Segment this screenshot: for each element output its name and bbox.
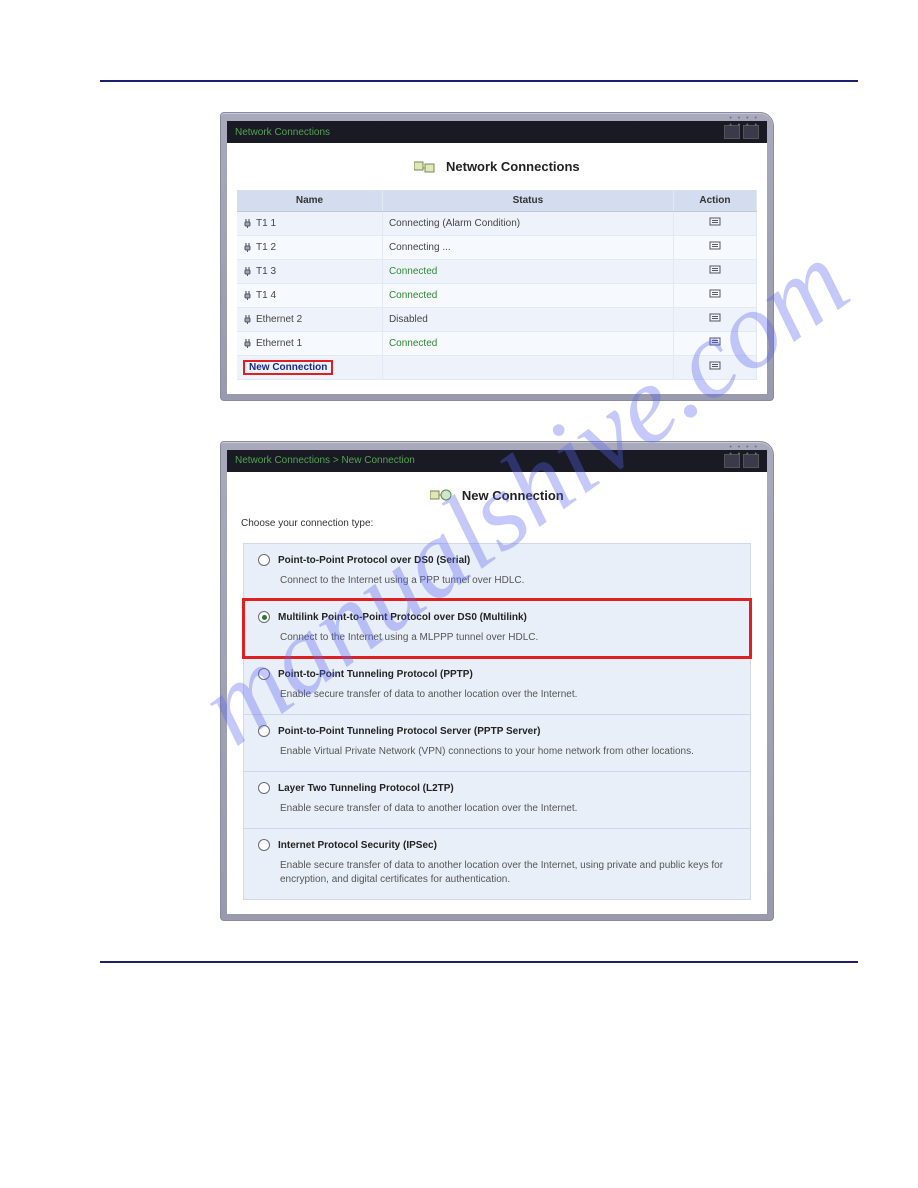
table-row[interactable]: Ethernet 2 Disabled (237, 307, 757, 331)
connection-status: Connected (389, 266, 437, 277)
connection-status: Connecting ... (389, 242, 451, 253)
connection-status: Connected (389, 338, 437, 349)
option-label: Point-to-Point Protocol over DS0 (Serial… (278, 555, 470, 566)
connection-option[interactable]: Point-to-Point Protocol over DS0 (Serial… (244, 544, 750, 600)
action-icon[interactable] (708, 312, 722, 324)
option-label: Internet Protocol Security (IPSec) (278, 840, 437, 851)
titlebar: Network Connections > New Connection (227, 450, 767, 472)
connections-table: Name Status Action T1 1 Connecting (Alarm… (237, 190, 757, 380)
connection-name: T1 2 (256, 242, 276, 253)
action-icon[interactable] (708, 216, 722, 228)
new-connection-row[interactable]: New Connection (237, 355, 757, 379)
panel-body: New Connection Choose your connection ty… (227, 472, 767, 915)
action-icon[interactable] (708, 240, 722, 252)
connection-name: T1 1 (256, 218, 276, 229)
connection-name: T1 3 (256, 266, 276, 277)
new-connection-link[interactable]: New Connection (249, 362, 327, 373)
plug-icon (243, 218, 253, 228)
connection-option[interactable]: Point-to-Point Tunneling Protocol (PPTP)… (244, 657, 750, 714)
plug-icon (243, 338, 253, 348)
connection-option[interactable]: Point-to-Point Tunneling Protocol Server… (244, 714, 750, 771)
action-icon[interactable] (708, 336, 722, 348)
option-description: Connect to the Internet using a MLPPP tu… (280, 631, 736, 645)
panel-title: Network Connections (237, 159, 757, 176)
plug-icon (243, 242, 253, 252)
col-action: Action (673, 190, 756, 212)
radio-button[interactable] (258, 611, 270, 623)
connection-status: Connecting (Alarm Condition) (389, 218, 520, 229)
titlebar: Network Connections (227, 121, 767, 143)
connection-name: Ethernet 1 (256, 338, 302, 349)
option-description: Enable Virtual Private Network (VPN) con… (280, 745, 736, 759)
table-row[interactable]: T1 3 Connected (237, 259, 757, 283)
connection-option[interactable]: Internet Protocol Security (IPSec) Enable… (244, 828, 750, 899)
radio-button[interactable] (258, 668, 270, 680)
breadcrumb: Network Connections (235, 127, 330, 138)
option-description: Connect to the Internet using a PPP tunn… (280, 574, 736, 588)
action-icon[interactable] (708, 288, 722, 300)
radio-button[interactable] (258, 839, 270, 851)
connection-name: Ethernet 2 (256, 314, 302, 325)
table-row[interactable]: T1 1 Connecting (Alarm Condition) (237, 211, 757, 235)
window-grip-dots: • • • •• • • • (729, 115, 759, 129)
network-icon (414, 160, 436, 176)
col-status: Status (382, 190, 673, 212)
plug-icon (243, 314, 253, 324)
table-row[interactable]: T1 4 Connected (237, 283, 757, 307)
connection-icon (430, 488, 452, 504)
panel-body: Network Connections Name Status Action T… (227, 143, 767, 394)
action-icon[interactable] (708, 264, 722, 276)
option-description: Enable secure transfer of data to anothe… (280, 802, 736, 816)
window-grip-dots: • • • •• • • • (729, 444, 759, 458)
panel-title: New Connection (237, 488, 757, 505)
radio-button[interactable] (258, 782, 270, 794)
radio-button[interactable] (258, 725, 270, 737)
table-row[interactable]: T1 2 Connecting ... (237, 235, 757, 259)
connection-status: Connected (389, 290, 437, 301)
top-rule (100, 80, 858, 82)
new-connection-window: • • • •• • • • Network Connections > New… (220, 441, 774, 922)
connection-option[interactable]: Layer Two Tunneling Protocol (L2TP) Enabl… (244, 771, 750, 828)
col-name: Name (237, 190, 382, 212)
action-icon[interactable] (708, 360, 722, 372)
option-label: Multilink Point-to-Point Protocol over D… (278, 612, 527, 623)
connection-options: Point-to-Point Protocol over DS0 (Serial… (243, 543, 751, 900)
network-connections-window: • • • •• • • • Network Connections Netwo… (220, 112, 774, 401)
connection-status: Disabled (389, 314, 428, 325)
instruction-text: Choose your connection type: (241, 518, 757, 529)
table-row[interactable]: Ethernet 1 Connected (237, 331, 757, 355)
connection-name: T1 4 (256, 290, 276, 301)
plug-icon (243, 266, 253, 276)
radio-button[interactable] (258, 554, 270, 566)
bottom-rule (100, 961, 858, 963)
breadcrumb: Network Connections > New Connection (235, 455, 415, 466)
option-label: Point-to-Point Tunneling Protocol Server… (278, 726, 540, 737)
option-label: Point-to-Point Tunneling Protocol (PPTP) (278, 669, 473, 680)
plug-icon (243, 290, 253, 300)
option-description: Enable secure transfer of data to anothe… (280, 859, 736, 887)
option-label: Layer Two Tunneling Protocol (L2TP) (278, 783, 454, 794)
connection-option[interactable]: Multilink Point-to-Point Protocol over D… (244, 600, 750, 657)
option-description: Enable secure transfer of data to anothe… (280, 688, 736, 702)
